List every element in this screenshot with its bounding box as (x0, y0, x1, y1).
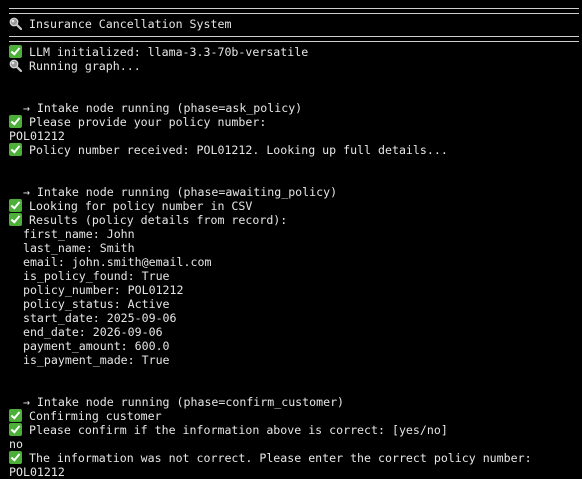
output-text: no (9, 437, 23, 451)
magnifier-icon (9, 17, 22, 30)
output-text: start_date: 2025-09-06 (9, 311, 177, 325)
output-line: Policy number received: POL01212. Lookin… (9, 143, 579, 157)
output-line: → Intake node running (phase=ask_policy) (9, 101, 579, 115)
separator-bar (9, 36, 579, 42)
output-text: policy_status: Active (9, 297, 170, 311)
output-text: is_payment_made: True (9, 353, 170, 367)
output-text: The information was not correct. Please … (29, 451, 532, 465)
output-text: Insurance Cancellation System (29, 17, 232, 31)
output-line: Please provide your policy number: (9, 115, 579, 129)
separator-rule (9, 3, 579, 17)
output-line: is_policy_found: True (9, 269, 579, 283)
check-icon (9, 199, 22, 212)
output-line: Confirming customer (9, 409, 579, 423)
terminal-output[interactable]: Insurance Cancellation System LLM initial… (9, 3, 579, 479)
separator-bar (9, 8, 579, 14)
separator-rule (9, 31, 579, 45)
output-line: POL01212 (9, 129, 579, 143)
output-text: Confirming customer (29, 409, 162, 423)
output-text: POL01212 (9, 465, 65, 479)
output-line: no (9, 437, 579, 451)
output-text: POL01212 (9, 129, 65, 143)
output-line: Please confirm if the information above … (9, 423, 579, 437)
output-text: policy_number: POL01212 (9, 283, 184, 297)
output-text: → Intake node running (phase=awaiting_po… (9, 185, 338, 199)
output-line: is_payment_made: True (9, 353, 579, 367)
output-text: Results (policy details from record): (29, 213, 288, 227)
check-icon (9, 423, 22, 436)
output-line: payment_amount: 600.0 (9, 339, 579, 353)
check-icon (9, 45, 22, 58)
output-text: email: john.smith@email.com (9, 255, 212, 269)
output-line: LLM initialized: llama-3.3-70b-versatile (9, 45, 579, 59)
output-text: first_name: John (9, 227, 135, 241)
output-text: → Intake node running (phase=ask_policy) (9, 101, 303, 115)
output-text: Please confirm if the information above … (29, 423, 448, 437)
output-line: policy_status: Active (9, 297, 579, 311)
output-text: Running graph... (29, 59, 141, 73)
output-text: LLM initialized: llama-3.3-70b-versatile (29, 45, 309, 59)
check-icon (9, 143, 22, 156)
output-text: Please provide your policy number: (29, 115, 267, 129)
output-text: Policy number received: POL01212. Lookin… (29, 143, 448, 157)
check-icon (9, 213, 22, 226)
output-text: end_date: 2026-09-06 (9, 325, 163, 339)
output-line: Looking for policy number in CSV (9, 199, 579, 213)
output-text: last_name: Smith (9, 241, 135, 255)
output-line: Insurance Cancellation System (9, 17, 579, 31)
check-icon (9, 451, 22, 464)
check-icon (9, 409, 22, 422)
output-line: start_date: 2025-09-06 (9, 311, 579, 325)
output-line: end_date: 2026-09-06 (9, 325, 579, 339)
output-line: policy_number: POL01212 (9, 283, 579, 297)
check-icon (9, 115, 22, 128)
output-line: POL01212 (9, 465, 579, 479)
output-line: email: john.smith@email.com (9, 255, 579, 269)
output-line: → Intake node running (phase=confirm_cus… (9, 395, 579, 409)
magnifier-icon (9, 59, 22, 72)
output-text: is_policy_found: True (9, 269, 170, 283)
output-text: → Intake node running (phase=confirm_cus… (9, 395, 345, 409)
output-line: → Intake node running (phase=awaiting_po… (9, 185, 579, 199)
output-text: Looking for policy number in CSV (29, 199, 253, 213)
output-line: The information was not correct. Please … (9, 451, 579, 465)
output-line: first_name: John (9, 227, 579, 241)
output-line: last_name: Smith (9, 241, 579, 255)
output-line: Results (policy details from record): (9, 213, 579, 227)
output-text: payment_amount: 600.0 (9, 339, 170, 353)
output-line: Running graph... (9, 59, 579, 73)
